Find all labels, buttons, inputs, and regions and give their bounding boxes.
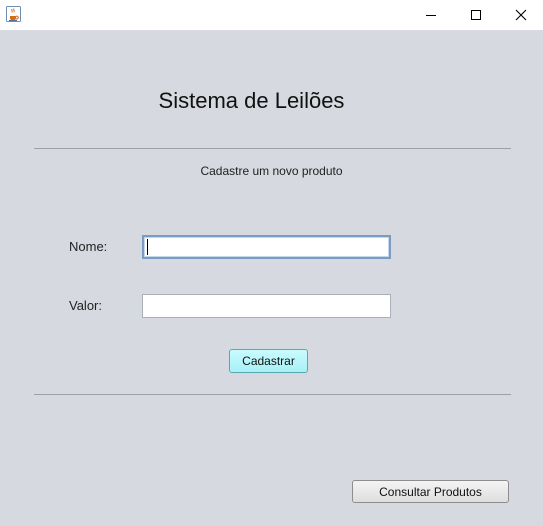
maximize-icon — [470, 6, 482, 25]
maximize-button[interactable] — [453, 0, 498, 30]
close-button[interactable] — [498, 0, 543, 30]
nome-field[interactable] — [142, 235, 391, 259]
nome-label: Nome: — [69, 239, 108, 254]
minimize-icon — [425, 6, 437, 25]
top-divider — [34, 148, 511, 149]
valor-field[interactable] — [142, 294, 391, 318]
consultar-produtos-button[interactable]: Consultar Produtos — [352, 480, 509, 503]
form-subtitle: Cadastre um novo produto — [200, 164, 343, 178]
title-bar — [0, 0, 543, 30]
valor-label: Valor: — [69, 298, 102, 313]
text-caret — [147, 239, 148, 255]
bottom-divider — [34, 394, 511, 395]
minimize-button[interactable] — [408, 0, 453, 30]
close-icon — [515, 6, 527, 25]
page-title: Sistema de Leilões — [158, 88, 345, 113]
app-window: Sistema de Leilões Cadastre um novo prod… — [0, 0, 543, 526]
cadastrar-button[interactable]: Cadastrar — [229, 349, 308, 373]
java-coffee-cup-icon — [6, 6, 21, 22]
